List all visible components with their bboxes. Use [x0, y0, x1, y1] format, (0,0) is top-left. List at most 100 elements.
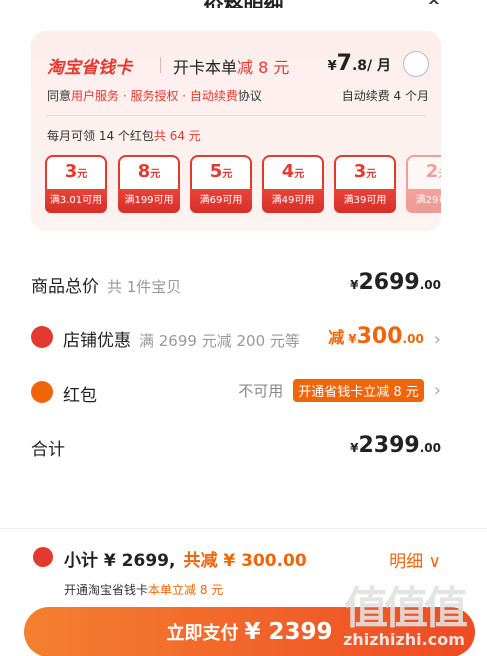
redpacket-row[interactable]: 红包 不可用 开通省钱卡立减 8 元 › — [31, 379, 441, 407]
amount-big: 2399 — [358, 433, 420, 458]
coupon-face: 8元 — [118, 155, 180, 189]
coupon-face: 2元 — [406, 155, 441, 189]
coupon-unit: 元 — [150, 169, 161, 180]
coupon-item: 3元 满39可用 — [334, 155, 396, 219]
total-price-label: 商品总价共 1件宝贝 — [31, 272, 181, 297]
price-small: .8/ 月 — [351, 58, 391, 74]
shop-discount-amount: 减 ¥300.00 › — [328, 324, 441, 350]
amount-dec: .00 — [419, 278, 441, 292]
watermark: 值值值 zhizhizhi.com — [329, 572, 479, 652]
agreement-row: 同意用户服务 · 服务授权 · 自动续费协议 自动续费 4 个月 — [47, 87, 429, 105]
coupon-value: 4 — [281, 161, 295, 182]
coupon-unit: 元 — [366, 169, 377, 180]
agreement-text: 同意用户服务 · 服务授权 · 自动续费协议 — [47, 87, 262, 104]
redpacket-label: 红包 — [63, 386, 97, 406]
coupon-value: 3 — [64, 161, 78, 182]
divider — [160, 57, 161, 73]
coupon-face: 5元 — [190, 155, 252, 189]
savings-card-brand: 淘宝省钱卡 — [47, 58, 132, 78]
price-big: 7 — [336, 51, 352, 76]
savings-card: 淘宝省钱卡 开卡本单减 8 元 ¥7.8/ 月 同意用户服务 · 服务授权 · … — [31, 31, 441, 231]
total-label-text: 商品总价 — [31, 277, 99, 297]
sum-label: 合计 — [31, 440, 65, 460]
amount-dec: .00 — [419, 441, 441, 455]
coupon-item: 2元 满29可用 — [406, 155, 441, 219]
redpacket-icon — [31, 381, 53, 403]
coupon-item: 4元 满49可用 — [262, 155, 324, 219]
coupon-condition: 满3.01可用 — [45, 189, 107, 213]
coupon-face: 4元 — [262, 155, 324, 189]
amount-big: 300 — [356, 324, 403, 349]
savings-card-price: ¥7.8/ 月 — [328, 51, 391, 76]
amount-yen: ¥ — [350, 441, 359, 455]
agreement-suffix: 协议 — [237, 89, 262, 103]
savings-card-offer: 开卡本单减 8 元 — [173, 54, 289, 78]
pay-label: 立即支付 — [166, 623, 239, 644]
close-icon[interactable]: × — [425, 0, 443, 4]
price-yen: ¥ — [327, 59, 337, 74]
coupon-face: 3元 — [45, 155, 107, 189]
amount-yen: ¥ — [350, 278, 359, 292]
subtotal-text: 小计 ¥ 2699, 共减 ¥ 300.00 — [64, 546, 307, 571]
agreement-prefix: 同意 — [47, 89, 72, 103]
chevron-right-icon: › — [433, 380, 441, 401]
coupon-condition: 满49可用 — [262, 189, 324, 213]
page-title: 价格明细 — [0, 0, 487, 8]
shop-discount-icon — [31, 326, 53, 348]
savings-card-header: 淘宝省钱卡 开卡本单减 8 元 ¥7.8/ 月 — [47, 51, 429, 78]
coupon-unit: 元 — [438, 169, 441, 180]
discount-prefix: 减 — [328, 328, 345, 347]
redpacket-status: 不可用 开通省钱卡立减 8 元 › — [238, 379, 441, 402]
amount-yen: ¥ — [348, 332, 357, 346]
amount-big: 2699 — [358, 270, 420, 295]
subtotal-savings: 共减 ¥ 300.00 — [183, 551, 307, 571]
coupon-unit: 元 — [222, 169, 233, 180]
savings-card-select-radio[interactable] — [403, 51, 429, 77]
details-toggle[interactable]: 明细 ∨ — [389, 547, 441, 572]
promo-prefix: 开通淘宝省钱卡 — [64, 583, 149, 597]
offer-prefix: 开卡本单 — [173, 58, 238, 77]
sum-row: 合计 ¥2399.00 — [31, 433, 441, 461]
promo-accent: 本单立减 8 元 — [148, 583, 224, 597]
coupon-unit: 元 — [77, 169, 88, 180]
redpacket-unavailable: 不可用 — [238, 382, 284, 400]
coupon-condition: 满69可用 — [190, 189, 252, 213]
shop-discount-label: 店铺优惠满 2699 元减 200 元等 — [63, 326, 300, 351]
coupon-value: 3 — [353, 161, 367, 182]
watermark-url: zhizhizhi.com — [343, 630, 465, 649]
coupon-condition: 满39可用 — [334, 189, 396, 213]
chevron-right-icon: › — [433, 328, 441, 350]
coupon-value: 8 — [137, 161, 151, 182]
coupon-unit: 元 — [294, 169, 305, 180]
monthly-prefix: 每月可领 14 个红包 — [47, 129, 154, 143]
sum-amount: ¥2399.00 — [350, 433, 441, 458]
shop-sub-text: 满 2699 元减 200 元等 — [139, 332, 300, 350]
agreement-links[interactable]: 用户服务 · 服务授权 · 自动续费 — [71, 89, 238, 103]
coupon-item: 8元 满199可用 — [118, 155, 180, 219]
total-price-row: 商品总价共 1件宝贝 ¥2699.00 — [31, 270, 441, 298]
savings-card-badge[interactable]: 开通省钱卡立减 8 元 — [293, 379, 424, 402]
coupon-item: 5元 满69可用 — [190, 155, 252, 219]
offer-accent: 减 8 元 — [237, 58, 290, 77]
coupon-face: 3元 — [334, 155, 396, 189]
auto-renew-text: 自动续费 4 个月 — [341, 89, 429, 103]
monthly-accent: 共 64 元 — [153, 129, 201, 143]
promo-text: 开通淘宝省钱卡本单立减 8 元 — [64, 581, 223, 598]
coupon-strip[interactable]: 3元 满3.01可用 8元 满199可用 5元 满69可用 4元 满49可用 3… — [45, 155, 441, 219]
watermark-logo: 值值值 — [344, 583, 468, 634]
coupon-item: 3元 满3.01可用 — [45, 155, 107, 219]
total-price-amount: ¥2699.00 — [350, 270, 441, 295]
coupon-condition: 满29可用 — [406, 189, 441, 213]
subtotal-amount: 小计 ¥ 2699, — [64, 551, 176, 571]
monthly-redpacket-text: 每月可领 14 个红包共 64 元 — [47, 127, 201, 144]
coupon-value: 5 — [209, 161, 223, 182]
total-sub-text: 共 1件宝贝 — [107, 278, 182, 296]
pay-amount: ¥ 2399 — [244, 619, 333, 645]
divider — [47, 115, 425, 116]
shop-discount-row[interactable]: 店铺优惠满 2699 元减 200 元等 减 ¥300.00 › — [31, 324, 441, 352]
coupon-value: 2 — [425, 161, 439, 182]
shop-label-text: 店铺优惠 — [63, 331, 131, 351]
coupon-condition: 满199可用 — [118, 189, 180, 213]
amount-dec: .00 — [402, 332, 424, 346]
subtotal-icon — [33, 547, 53, 567]
